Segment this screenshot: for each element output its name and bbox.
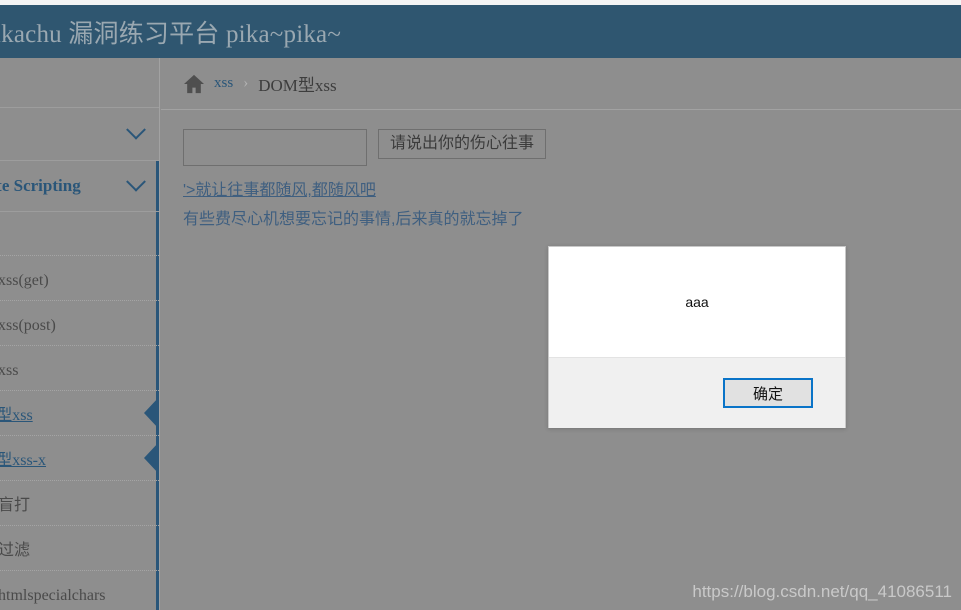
sidebar-item-label: M型xss-x [0, 452, 47, 469]
sidebar-item-label: 型xss(post) [0, 317, 56, 334]
sidebar-item-reflected-xss-post[interactable]: 型xss(post) [0, 301, 159, 346]
alert-dialog-footer: 确定 [549, 357, 845, 428]
xss-payload-input[interactable] [183, 129, 367, 166]
alert-dialog-ok-button[interactable]: 确定 [723, 378, 813, 408]
sidebar-item-label: 之盲打 [0, 497, 31, 514]
sidebar-item-label: 之htmlspecialchars [0, 587, 106, 604]
chevron-down-icon [126, 171, 146, 192]
breadcrumb: xss › DOM型xss [161, 58, 961, 110]
alert-dialog-message: aaa [685, 294, 709, 310]
page-root: ikachu 漏洞练习平台 pika~pika~ 绍 解 Site Script… [0, 0, 961, 610]
sidebar-item-label: Site Scripting [0, 176, 81, 195]
alert-dialog-body: aaa [549, 247, 845, 357]
sidebar-item-label: 型xss [0, 362, 19, 379]
sidebar-item-label: 型xss(get) [0, 272, 49, 289]
breadcrumb-current: DOM型xss [258, 76, 337, 95]
sidebar-item-cross-site-scripting[interactable]: Site Scripting [0, 161, 159, 212]
sidebar: 绍 解 Site Scripting 型xss(get) 型xss(post) … [0, 58, 160, 610]
sidebar-item-intro[interactable]: 绍 [0, 58, 159, 108]
sidebar-item-xss-blind[interactable]: 之盲打 [0, 481, 159, 526]
sidebar-item-blank[interactable] [0, 212, 159, 256]
sidebar-active-marker [144, 397, 159, 429]
sidebar-item-xss-htmlspecialchars[interactable]: 之htmlspecialchars [0, 571, 159, 610]
sidebar-item-stored-xss[interactable]: 型xss [0, 346, 159, 391]
app-title: ikachu 漏洞练习平台 pika~pika~ [0, 20, 342, 48]
sidebar-item-dom-xss[interactable]: M型xss [0, 391, 159, 436]
sidebar-item-xss-filter[interactable]: 之过滤 [0, 526, 159, 571]
chevron-down-icon [126, 119, 146, 140]
xss-form: 请说出你的伤心往事 [161, 110, 961, 166]
breadcrumb-parent-link[interactable]: xss [214, 75, 233, 92]
app-header: ikachu 漏洞练习平台 pika~pika~ [0, 5, 961, 58]
xss-result-note: 有些费尽心机想要忘记的事情,后来真的就忘掉了 [183, 211, 524, 228]
sidebar-item-overview[interactable]: 解 [0, 108, 159, 161]
alert-dialog: aaa 确定 [548, 246, 846, 428]
sidebar-active-marker [144, 442, 159, 474]
sidebar-item-label: 之过滤 [0, 542, 31, 559]
watermark: https://blog.csdn.net/qq_41086511 [692, 582, 952, 601]
home-icon[interactable] [183, 74, 205, 94]
breadcrumb-separator-icon: › [243, 75, 249, 91]
xss-submit-button[interactable]: 请说出你的伤心往事 [378, 129, 547, 159]
sidebar-item-reflected-xss-get[interactable]: 型xss(get) [0, 256, 159, 301]
sidebar-item-dom-xss-x[interactable]: M型xss-x [0, 436, 159, 481]
sidebar-item-label: M型xss [0, 407, 33, 424]
xss-result-link[interactable]: '>就让往事都随风,都随风吧 [183, 176, 376, 200]
